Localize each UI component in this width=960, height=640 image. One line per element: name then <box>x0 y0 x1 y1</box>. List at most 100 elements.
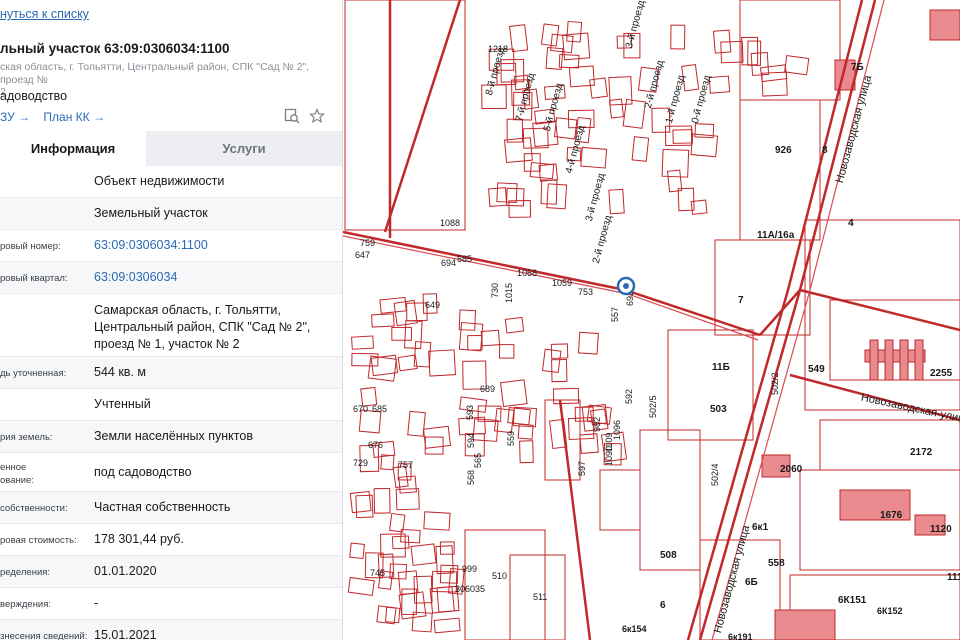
parcel-label: 729 <box>353 458 368 468</box>
parcel-label: 1059 <box>552 278 572 288</box>
building-shape <box>899 339 909 381</box>
info-row: Земельный участок <box>0 198 342 230</box>
info-row-value: под садоводство <box>94 464 192 479</box>
parcel-label: 559 <box>506 431 516 446</box>
info-row: ровый квартал: 63:09:0306034 <box>0 262 342 294</box>
zu-link[interactable]: ЗУ → <box>0 110 30 124</box>
plan-kk-link[interactable]: План КК → <box>43 110 105 124</box>
info-row-value: 15.01.2021 <box>94 628 157 640</box>
location-marker-icon[interactable] <box>616 276 636 296</box>
info-row: верждения: - <box>0 588 342 620</box>
parcel-label: 1090 <box>604 446 614 466</box>
parcel-label: 745 <box>370 568 385 578</box>
parcel-label: 6к191 <box>728 632 753 640</box>
parcel-label: 1120 <box>930 524 952 535</box>
info-row-label: ровый номер: <box>0 241 61 252</box>
info-row: знесения сведений: 15.01.2021 <box>0 620 342 640</box>
info-row-label: собственности: <box>0 503 68 514</box>
tabs: Информация Услуги <box>0 131 342 166</box>
parcel-label: 585 <box>457 254 472 264</box>
parcel-label: 926 <box>775 145 792 156</box>
info-row-value: Частная собственность <box>94 500 231 514</box>
info-row-label: верждения: <box>0 599 52 610</box>
parcel-label: 594 <box>466 433 476 448</box>
tool-icons <box>284 108 325 124</box>
parcel-label: 2255 <box>930 368 953 379</box>
info-row-label: дь уточненная: <box>0 368 67 379</box>
info-row: Объект недвижимости <box>0 166 342 198</box>
parcel-label: 6К152 <box>877 606 903 616</box>
info-row-value: Земли населённых пунктов <box>94 429 253 443</box>
parcel-label: 597 <box>577 461 587 476</box>
parcel-label: 7 <box>738 295 744 306</box>
parcel-label: 694 <box>441 258 456 268</box>
star-icon[interactable] <box>309 108 325 124</box>
parcel-label: 508 <box>660 550 677 561</box>
parcel-label: 592 <box>624 389 634 404</box>
search-area-icon[interactable] <box>284 108 300 124</box>
parcel-label: 502/4 <box>710 463 720 486</box>
building-shape <box>914 339 924 381</box>
info-row-value: - <box>94 596 99 610</box>
cadastral-map[interactable]: 1218 1088 759 647 694 585 1058 1059 753 730 1015 69… <box>343 0 960 640</box>
info-row-label: ределения: <box>0 567 51 578</box>
building-shape <box>869 339 879 381</box>
info-row-value: Самарская область, г. Тольятти, Централь… <box>94 303 311 351</box>
building-shape <box>774 609 836 640</box>
parcel-label: 685 <box>372 404 387 414</box>
page-title: льный участок 63:09:0306034:1100 <box>0 41 230 56</box>
parcel-label: 510 <box>492 571 507 581</box>
links-row: ЗУ → План КК → <box>0 110 115 124</box>
info-row: собственности: Частная собственность <box>0 492 342 524</box>
parcel-label: 2060 <box>780 464 803 475</box>
info-row-link[interactable]: 63:09:0306034:1100 <box>94 237 334 254</box>
parcel-label: 8 <box>822 145 828 156</box>
parcel-label: 647 <box>355 250 370 260</box>
parcel-label: 502/2 <box>770 372 780 395</box>
parcel-label: 502/5 <box>648 395 658 418</box>
info-row-label: знесения сведений: <box>0 631 88 640</box>
map-canvas[interactable]: 12181088759647694 58510581059753730 1015 69… <box>343 0 960 640</box>
parcel-label: 6Б <box>745 577 758 588</box>
object-usage: адоводство <box>0 89 68 103</box>
parcel-label: 730 <box>490 283 500 298</box>
parcel-label: 676 <box>368 440 383 450</box>
parcel-label: 759 <box>360 238 375 248</box>
info-row-value: Объект недвижимости <box>94 174 225 188</box>
info-row-value: 178 301,44 руб. <box>94 532 184 546</box>
parcel-label: 689 <box>480 384 495 394</box>
parcel-label: 7Б <box>851 62 864 73</box>
parcel-label: 6К151 <box>838 595 867 606</box>
parcel-label: 1015 <box>504 283 514 303</box>
parcel-label: 670 <box>353 404 368 414</box>
parcel-label: 593 <box>465 405 475 420</box>
info-row-value: 01.01.2020 <box>94 564 157 578</box>
info-row-label: енное ование: <box>0 462 34 486</box>
info-row: рия земель: Земли населённых пунктов <box>0 421 342 453</box>
parcel-label: 558 <box>768 558 785 569</box>
building-shape <box>884 339 894 381</box>
parcel-label: 2172 <box>910 447 933 458</box>
parcel-label: 11А/16а <box>757 230 795 241</box>
info-row-label: ровая стоимость: <box>0 535 77 546</box>
parcel-label: 557 <box>610 307 620 322</box>
parcel-label: 568 <box>466 470 476 485</box>
tab-information[interactable]: Информация <box>0 131 146 166</box>
info-panel: нуться к списку льный участок 63:09:0306… <box>0 0 343 640</box>
parcel-label: 565 <box>473 453 483 468</box>
parcel-label: 753 <box>578 287 593 297</box>
info-row-link[interactable]: 63:09:0306034 <box>94 269 334 286</box>
info-row: ределения: 01.01.2020 <box>0 556 342 588</box>
parcel-label: 6 <box>660 600 666 611</box>
back-to-list-link[interactable]: нуться к списку <box>0 7 89 21</box>
parcel-label: 11Б <box>712 362 730 373</box>
parcel-label: 549 <box>808 364 825 375</box>
parcel-label: 511 <box>533 592 547 602</box>
info-row: Учтенный <box>0 389 342 421</box>
tab-services[interactable]: Услуги <box>146 131 342 166</box>
parcel-label: 1119 <box>947 572 960 583</box>
parcel-label: 757 <box>398 460 413 470</box>
info-row-label: ровый квартал: <box>0 273 68 284</box>
parcel-label: 6к154 <box>622 624 647 634</box>
info-row: енное ование: под садоводство <box>0 453 342 492</box>
